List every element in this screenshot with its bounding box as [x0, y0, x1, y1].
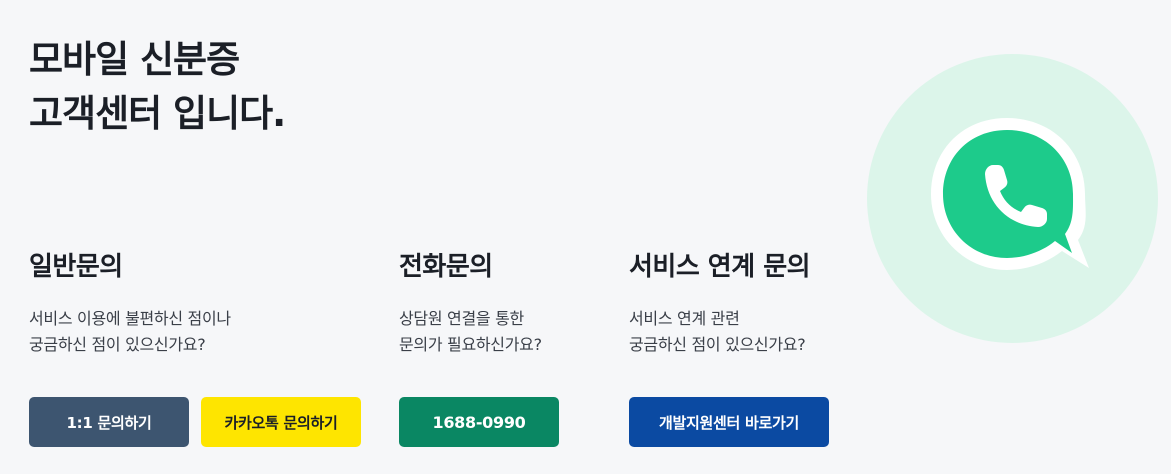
phone-inquiry-description: 상담원 연결을 통한 문의가 필요하신가요?	[399, 306, 542, 358]
general-desc-line2: 궁금하신 점이 있으신가요?	[29, 335, 206, 354]
phone-inquiry-title: 전화문의	[399, 252, 493, 282]
one-to-one-inquiry-label: 1:1 문의하기	[66, 413, 152, 432]
service-integration-section: 서비스 연계 문의 서비스 연계 관련 궁금하신 점이 있으신가요?	[629, 248, 811, 358]
general-inquiry-description: 서비스 이용에 불편하신 점이나 궁금하신 점이 있으신가요?	[29, 306, 231, 358]
service-desc-line2: 궁금하신 점이 있으신가요?	[629, 335, 806, 354]
phone-number-label: 1688-0990	[432, 412, 526, 432]
developer-center-label: 개발지원센터 바로가기	[659, 413, 799, 432]
phone-desc-line1: 상담원 연결을 통한	[399, 309, 524, 328]
kakaotalk-inquiry-button[interactable]: 카카오톡 문의하기	[201, 397, 361, 447]
phone-inquiry-section: 전화문의 상담원 연결을 통한 문의가 필요하신가요?	[399, 248, 542, 358]
service-desc-line1: 서비스 연계 관련	[629, 309, 740, 328]
developer-center-button[interactable]: 개발지원센터 바로가기	[629, 397, 829, 447]
general-desc-line1: 서비스 이용에 불편하신 점이나	[29, 309, 231, 328]
kakaotalk-inquiry-label: 카카오톡 문의하기	[224, 413, 338, 432]
phone-desc-line2: 문의가 필요하신가요?	[399, 335, 542, 354]
general-inquiry-title: 일반문의	[29, 252, 123, 282]
service-integration-title: 서비스 연계 문의	[629, 252, 811, 282]
phone-number-button[interactable]: 1688-0990	[399, 397, 559, 447]
page-title-line2: 고객센터 입니다.	[29, 92, 286, 135]
phone-chat-bubble-icon	[931, 118, 1089, 270]
page-title: 모바일 신분증 고객센터 입니다.	[29, 33, 286, 141]
page-title-line1: 모바일 신분증	[29, 38, 240, 81]
general-inquiry-section: 일반문의 서비스 이용에 불편하신 점이나 궁금하신 점이 있으신가요?	[29, 248, 231, 358]
hero-illustration	[867, 54, 1158, 343]
one-to-one-inquiry-button[interactable]: 1:1 문의하기	[29, 397, 189, 447]
service-integration-description: 서비스 연계 관련 궁금하신 점이 있으신가요?	[629, 306, 810, 358]
